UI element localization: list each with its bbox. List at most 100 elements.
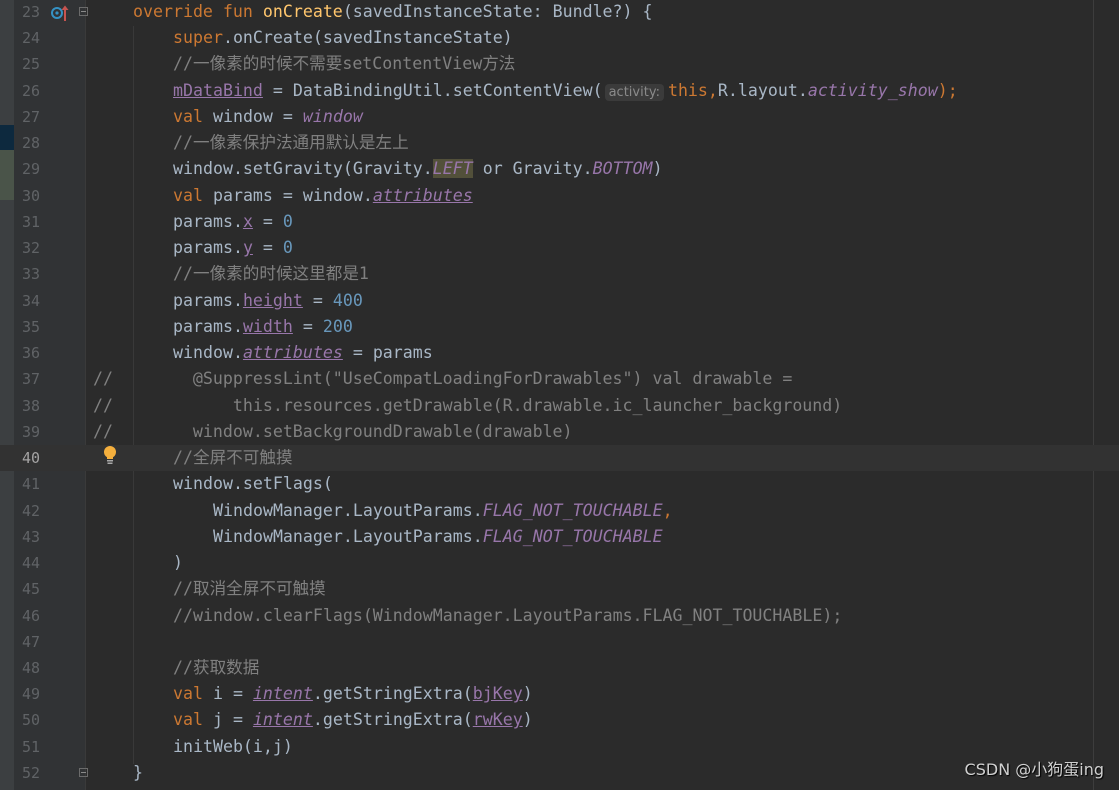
code-token: // this.resources.getDrawable(R.drawable… [93,395,843,415]
code-token: window. [173,343,243,363]
code-line[interactable]: 51 initWeb(i,j) [0,734,1119,760]
code-line[interactable]: 49 val i = intent.getStringExtra(bjKey) [0,681,1119,707]
line-number[interactable]: 52 [14,760,40,786]
code-text: // @SuppressLint("UseCompatLoadingForDra… [93,366,792,392]
code-line[interactable]: 27 val window = window [0,104,1119,130]
line-number[interactable]: 36 [14,340,40,366]
line-number[interactable]: 49 [14,681,40,707]
code-token: // @SuppressLint("UseCompatLoadingForDra… [93,369,793,389]
watermark: CSDN @小狗蛋ing [964,760,1104,779]
code-text: WindowManager.LayoutParams.FLAG_NOT_TOUC… [213,524,663,550]
code-line[interactable]: 37 // @SuppressLint("UseCompatLoadingForD… [0,366,1119,392]
code-text: // this.resources.getDrawable(R.drawable… [93,393,842,419]
code-token: //取消全屏不可触摸 [173,579,326,599]
code-line[interactable]: 40 //全屏不可触摸 [0,445,1119,472]
line-number[interactable]: 34 [14,288,40,314]
code-token: //一像素保护法通用默认是左上 [173,133,409,153]
line-number[interactable]: 46 [14,603,40,629]
code-text: ) [173,550,183,576]
fold-marker-icon[interactable] [79,768,88,777]
code-token: bjKey [472,684,523,704]
line-number[interactable]: 24 [14,25,40,51]
line-number[interactable]: 27 [14,104,40,130]
code-line[interactable]: 31 params.x = 0 [0,209,1119,235]
line-number[interactable]: 26 [14,78,40,104]
line-number[interactable]: 25 [14,51,40,77]
code-line[interactable]: 28 //一像素保护法通用默认是左上 [0,130,1119,156]
code-line[interactable]: 43 WindowManager.LayoutParams.FLAG_NOT_TO… [0,524,1119,550]
line-number[interactable]: 42 [14,498,40,524]
line-number[interactable]: 41 [14,471,40,497]
line-number[interactable]: 50 [14,707,40,733]
line-number[interactable]: 45 [14,576,40,602]
code-token: params. [173,211,243,231]
code-token: , [662,500,673,520]
code-text: initWeb(i,j) [173,734,293,760]
line-number[interactable]: 39 [14,419,40,445]
line-number[interactable]: 29 [14,156,40,182]
code-line[interactable]: 38 // this.resources.getDrawable(R.drawab… [0,393,1119,419]
line-number[interactable]: 32 [14,235,40,261]
code-token: val [173,185,213,205]
code-line[interactable]: 25 //一像素的时候不需要setContentView方法 [0,51,1119,77]
code-line[interactable]: 52} [0,760,1119,786]
code-line[interactable]: 44) [0,550,1119,576]
code-line[interactable]: 47 [0,629,1119,655]
code-line[interactable]: 46 //window.clearFlags(WindowManager.Layo… [0,603,1119,629]
code-line[interactable]: 24 super.onCreate(savedInstanceState) [0,25,1119,51]
code-line[interactable]: 41 window.setFlags( [0,471,1119,497]
code-text: window.setFlags( [173,471,333,497]
line-number[interactable]: 47 [14,629,40,655]
fold-marker-icon[interactable] [79,7,88,16]
line-number[interactable]: 37 [14,366,40,392]
code-text: mDataBind = DataBindingUtil.setContentVi… [173,78,958,106]
code-line[interactable]: 50 val j = intent.getStringExtra(rwKey) [0,707,1119,733]
code-token: 400 [332,290,363,310]
line-number[interactable]: 33 [14,261,40,287]
code-line[interactable]: 39 // window.setBackgroundDrawable(drawab… [0,419,1119,445]
code-line[interactable]: 26 mDataBind = DataBindingUtil.setContent… [0,78,1119,104]
code-token: params. [173,238,243,258]
code-token: override fun [133,2,263,21]
line-number[interactable]: 23 [14,0,40,25]
code-text: override fun onCreate(savedInstanceState… [133,0,653,25]
line-number[interactable]: 51 [14,734,40,760]
code-line[interactable]: 33 //一像素的时候这里都是1 [0,261,1119,287]
code-line[interactable]: 30 val params = window.attributes [0,183,1119,209]
code-line[interactable]: 35 params.width = 200 [0,314,1119,340]
line-number[interactable]: 28 [14,130,40,156]
code-line[interactable]: 32 params.y = 0 [0,235,1119,261]
code-token: //一像素的时候这里都是1 [173,264,369,284]
code-token: window.setFlags( [173,474,333,494]
code-line[interactable]: 23 override fun onCreate(savedInstanceSta… [0,0,1119,25]
code-line[interactable]: 45 //取消全屏不可触摸 [0,576,1119,602]
code-token: attributes [242,343,343,363]
line-number[interactable]: 40 [14,445,40,471]
code-token: .onCreate(savedInstanceState) [222,28,513,48]
line-number[interactable]: 44 [14,550,40,576]
code-token: ) [652,159,663,179]
code-token: ) [522,684,533,704]
line-number[interactable]: 48 [14,655,40,681]
line-number[interactable]: 35 [14,314,40,340]
override-method-icon[interactable] [51,4,71,22]
code-text: //全屏不可触摸 [173,445,293,471]
lightbulb-intention-icon[interactable] [102,445,118,465]
line-number[interactable]: 43 [14,524,40,550]
code-token: x [242,211,253,231]
code-line[interactable]: 29 window.setGravity(Gravity.LEFT or Grav… [0,156,1119,182]
line-number[interactable]: 38 [14,393,40,419]
code-line[interactable]: 36 window.attributes = params [0,340,1119,366]
code-text: val j = intent.getStringExtra(rwKey) [173,707,533,733]
code-line[interactable]: 42 WindowManager.LayoutParams.FLAG_NOT_TO… [0,498,1119,524]
code-token: FLAG_NOT_TOUCHABLE [482,500,663,520]
line-number[interactable]: 30 [14,183,40,209]
code-text: //window.clearFlags(WindowManager.Layout… [173,603,842,629]
code-line[interactable]: 34 params.height = 400 [0,288,1119,314]
line-number[interactable]: 31 [14,209,40,235]
code-token: activity_show [807,80,938,100]
code-line[interactable]: 48 //获取数据 [0,655,1119,681]
code-text: params.height = 400 [173,288,363,314]
code-token: y [242,238,253,258]
code-token: params. [173,316,243,336]
